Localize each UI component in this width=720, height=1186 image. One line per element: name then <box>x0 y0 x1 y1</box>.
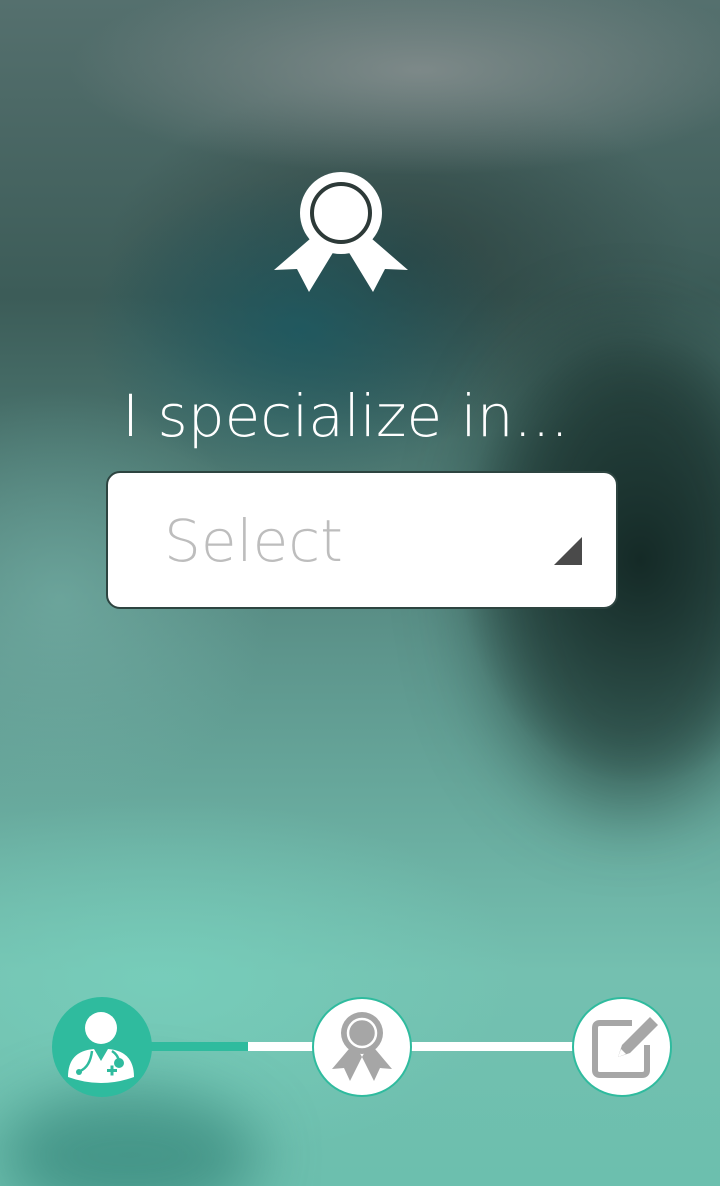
step-2-button[interactable] <box>312 997 412 1097</box>
progress-line-completed <box>150 1042 248 1051</box>
page-title: I specialize in... <box>122 382 569 450</box>
step-3-button[interactable] <box>572 997 672 1097</box>
select-placeholder: Select <box>164 507 343 575</box>
ribbon-award-icon <box>274 172 408 292</box>
specialty-select[interactable]: Select <box>106 471 618 609</box>
dropdown-corner-arrow-icon <box>554 537 582 565</box>
progress-line <box>410 1042 576 1051</box>
edit-icon <box>592 1017 658 1078</box>
step-1-button[interactable] <box>52 997 152 1097</box>
ribbon-award-icon <box>332 1012 392 1081</box>
progress-stepper <box>0 995 720 1105</box>
doctor-icon <box>68 1012 134 1083</box>
progress-line <box>248 1042 318 1051</box>
